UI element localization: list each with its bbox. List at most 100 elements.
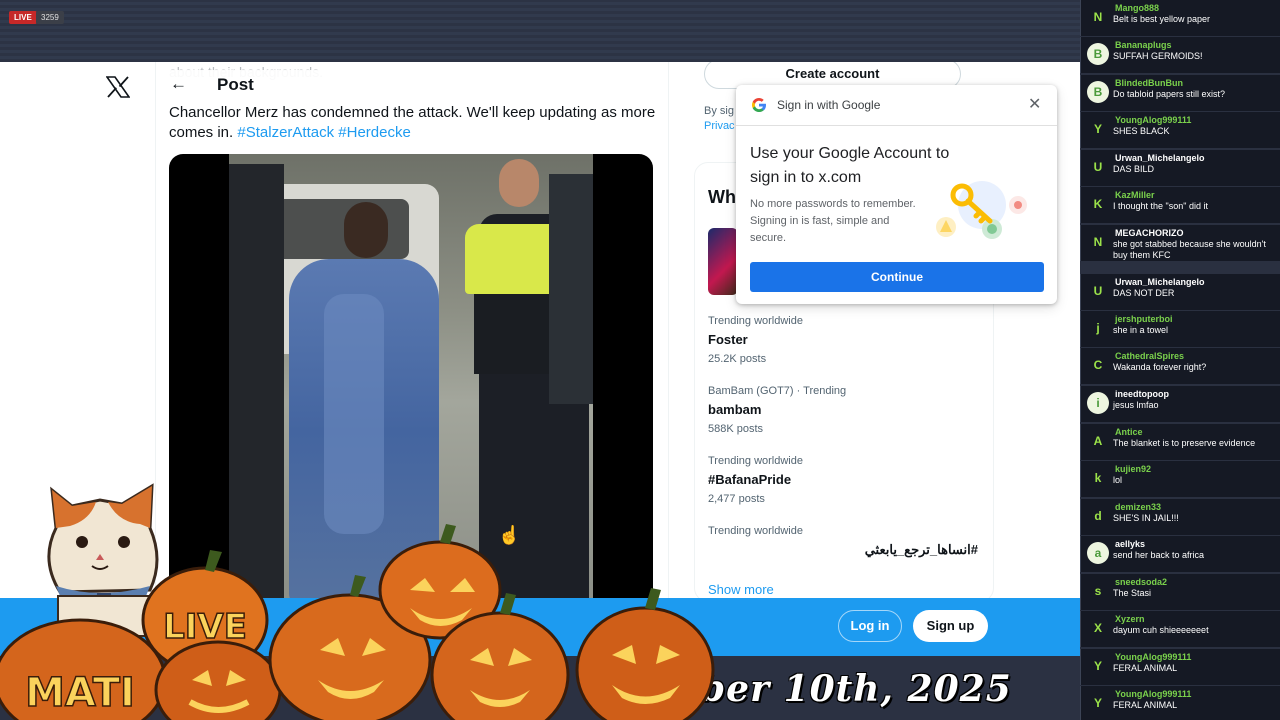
avatar[interactable]: C — [1087, 354, 1109, 376]
trend-count: 588K posts — [708, 423, 764, 435]
chat-username[interactable]: kujien92 — [1115, 464, 1151, 474]
chat-message: C CathedralSpires Wakanda forever right? — [1080, 348, 1280, 384]
avatar[interactable]: B — [1087, 43, 1109, 65]
viewer-count: 3259 — [36, 11, 64, 24]
chat-text: dayum cuh shieeeeeeet — [1113, 625, 1209, 635]
avatar[interactable]: X — [1087, 617, 1109, 639]
chat-username[interactable]: sneedsoda2 — [1115, 577, 1167, 587]
avatar[interactable]: A — [1087, 430, 1109, 452]
avatar[interactable]: U — [1087, 280, 1109, 302]
trend-item[interactable]: Trending worldwide Foster 25.2K posts — [708, 315, 803, 365]
chat-message: K KazMiller I thought the "son" did it — [1080, 187, 1280, 223]
chat-text: DAS BILD — [1113, 164, 1155, 174]
chat-message: N Mango888 Belt is best yellow paper — [1080, 0, 1280, 36]
trend-item[interactable]: BamBam (GOT7) · Trending bambam 588K pos… — [708, 385, 846, 435]
signup-button[interactable]: Sign up — [913, 610, 988, 642]
hashtag-link[interactable]: #StalzerAttack — [237, 124, 334, 141]
chat-message: Y YoungAlog999111 FERAL ANIMAL — [1080, 649, 1280, 685]
trends-heading: Wh — [708, 187, 736, 207]
trend-count: 25.2K posts — [708, 353, 767, 365]
key-illustration — [936, 181, 1027, 239]
chat-username[interactable]: Antice — [1115, 427, 1143, 437]
chat-text: FERAL ANIMAL — [1113, 663, 1178, 673]
avatar[interactable]: N — [1087, 6, 1109, 28]
chat-text: she in a towel — [1113, 325, 1169, 335]
chat-message: j jershputerboi she in a towel — [1080, 311, 1280, 347]
chat-username[interactable]: KazMiller — [1115, 190, 1155, 200]
privacy-link[interactable]: Privac — [704, 119, 735, 134]
chat-username[interactable]: ineedtopoop — [1115, 389, 1169, 399]
chat-text: DAS NOT DER — [1113, 288, 1175, 298]
chat-text: The blanket is to preserve evidence — [1113, 438, 1256, 448]
avatar[interactable]: K — [1087, 193, 1109, 215]
chat-message: i ineedtopoop jesus lmfao — [1080, 386, 1280, 422]
chat-text: SUFFAH GERMOIDS! — [1113, 51, 1203, 61]
chat-username[interactable]: aellyks — [1115, 539, 1145, 549]
chat-text: jesus lmfao — [1113, 400, 1159, 410]
trend-context: BamBam (GOT7) · Trending — [708, 385, 847, 397]
google-signin-popup: Sign in with Google ✕ Use your Google Ac… — [736, 85, 1057, 304]
legal-text: By sig Privac — [704, 104, 735, 134]
avatar[interactable]: d — [1087, 505, 1109, 527]
event-thumbnail[interactable] — [708, 228, 738, 295]
mati-sign-text: MATI — [25, 670, 135, 716]
chat-message: X Xyzern dayum cuh shieeeeeeet — [1080, 611, 1280, 647]
page-title: Post — [217, 75, 254, 94]
chat-message: B BlindedBunBun Do tabloid papers still ex… — [1080, 75, 1280, 111]
x-logo-icon[interactable] — [106, 76, 130, 98]
chat-username[interactable]: Urwan_Michelangelo — [1115, 153, 1205, 163]
chat-message: d demizen33 SHE'S IN JAIL!!! — [1080, 499, 1280, 535]
chat-text: FERAL ANIMAL — [1113, 700, 1178, 710]
chat-username[interactable]: MEGACHORIZO — [1115, 228, 1184, 238]
avatar[interactable]: Y — [1087, 692, 1109, 714]
chat-message: Y YoungAlog999111 FERAL ANIMAL — [1080, 686, 1280, 720]
avatar[interactable]: Y — [1087, 655, 1109, 677]
chat-username[interactable]: YoungAlog999111 — [1115, 652, 1191, 662]
chat-username[interactable]: BlindedBunBun — [1115, 78, 1183, 88]
continue-button[interactable]: Continue — [750, 262, 1044, 292]
chat-username[interactable]: CathedralSpires — [1115, 351, 1184, 361]
hashtag-link[interactable]: #Herdecke — [338, 124, 411, 141]
trend-context: Trending worldwide — [708, 525, 803, 537]
back-arrow-icon[interactable]: ← — [170, 74, 187, 94]
login-button[interactable]: Log in — [838, 610, 902, 642]
avatar[interactable]: B — [1087, 81, 1109, 103]
legal-line: By sig — [704, 105, 734, 117]
chat-username[interactable]: demizen33 — [1115, 502, 1161, 512]
chat-message: B Bananaplugs SUFFAH GERMOIDS! — [1080, 37, 1280, 73]
popup-description: No more passwords to remember. Signing i… — [750, 198, 916, 244]
chat-username[interactable]: Bananaplugs — [1115, 40, 1172, 50]
tweet-text: Chancellor Merz has condemned the attack… — [169, 103, 661, 143]
avatar[interactable]: Y — [1087, 118, 1109, 140]
trend-item[interactable]: Trending worldwide #انساها_ترجع_يابعثي — [708, 525, 978, 558]
chat-text: SHES BLACK — [1113, 126, 1170, 136]
live-sign-text: LIVE — [163, 607, 247, 647]
chat-username[interactable]: jershputerboi — [1115, 314, 1173, 324]
chat-message: a aellyks send her back to africa — [1080, 536, 1280, 572]
chat-text: Belt is best yellow paper — [1113, 14, 1211, 24]
avatar[interactable]: U — [1087, 156, 1109, 178]
avatar[interactable]: k — [1087, 467, 1109, 489]
stream-chat: N Mango888 Belt is best yellow paper B Banan… — [1080, 0, 1280, 720]
chat-username[interactable]: Xyzern — [1115, 614, 1145, 624]
chat-text: lol — [1113, 475, 1123, 485]
popup-divider — [736, 125, 1057, 126]
close-icon[interactable]: ✕ — [1028, 94, 1041, 114]
trend-name: bambam — [708, 402, 762, 417]
chat-username[interactable]: Urwan_Michelangelo — [1115, 277, 1205, 287]
avatar[interactable]: a — [1087, 542, 1109, 564]
chat-message: N MEGACHORIZO she got stabbed because she … — [1080, 225, 1280, 261]
chat-username[interactable]: YoungAlog999111 — [1115, 689, 1191, 699]
avatar[interactable]: j — [1087, 317, 1109, 339]
chat-text: SHE'S IN JAIL!!! — [1113, 513, 1179, 523]
avatar[interactable]: s — [1087, 580, 1109, 602]
chat-username[interactable]: Mango888 — [1115, 3, 1159, 13]
stream-top-bar: LIVE 3259 — [0, 0, 1080, 62]
chat-username[interactable]: YoungAlog999111 — [1115, 115, 1191, 125]
chat-text: Wakanda forever right? — [1113, 362, 1207, 372]
stream-frame: LIVE 3259 about their backgrounds. ← Pos… — [0, 0, 1280, 720]
avatar[interactable]: i — [1087, 392, 1109, 414]
chat-message: U Urwan_Michelangelo DAS NOT DER — [1080, 274, 1280, 310]
avatar[interactable]: N — [1087, 231, 1109, 253]
chat-text: she got stabbed because she wouldn't buy… — [1113, 239, 1266, 260]
